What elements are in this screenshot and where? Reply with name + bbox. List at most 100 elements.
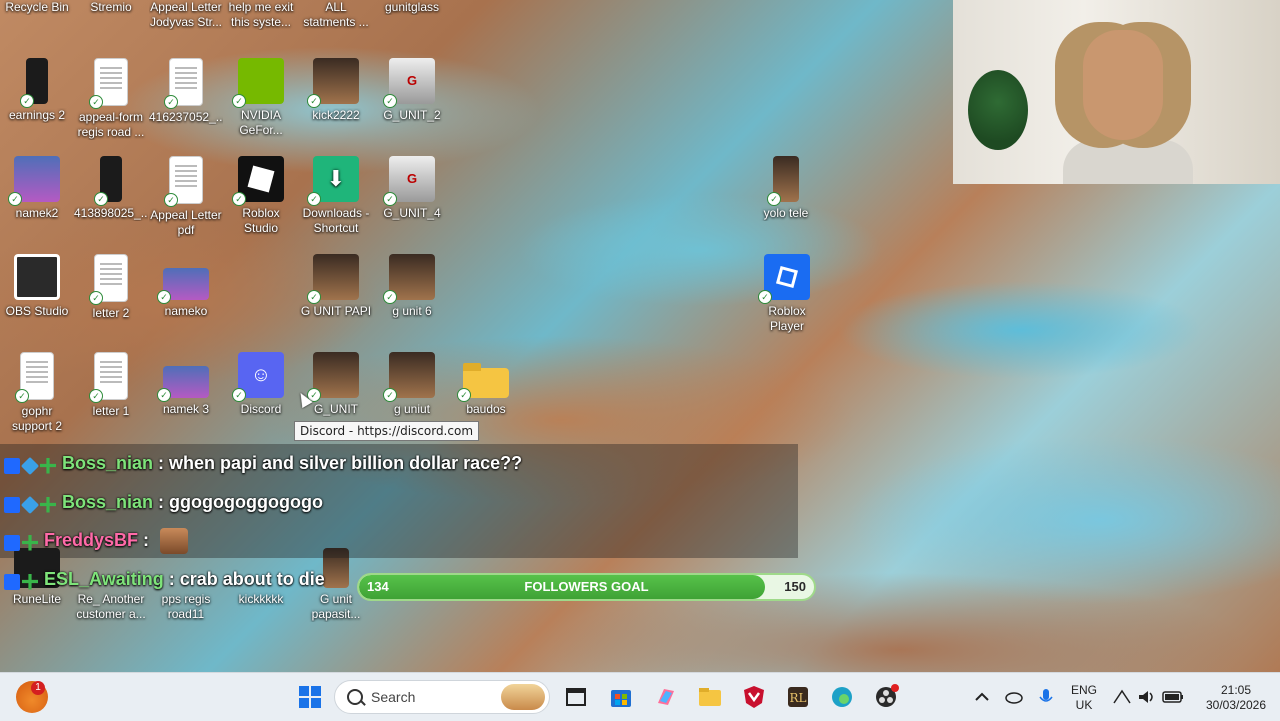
plus-badge-icon <box>22 534 38 551</box>
icon-label: g uniut <box>393 402 431 416</box>
desktop-icon-roblox-player[interactable]: ✓ Roblox Player <box>750 254 824 334</box>
chat-message: Boss_nian : when papi and silver billion… <box>4 448 522 478</box>
icon-label: g unit 6 <box>392 304 432 318</box>
task-view-icon <box>566 688 586 706</box>
desktop-icon-letter-1[interactable]: ✓ letter 1 <box>74 352 148 419</box>
icon-label: namek2 <box>15 206 59 220</box>
volume-button[interactable] <box>1134 681 1158 713</box>
chat-message: ESL_Awaiting : crab about to die <box>4 564 325 594</box>
pc-tower-icon: ✓ <box>20 58 48 108</box>
icon-label: ALL statments ... <box>303 0 369 29</box>
desktop-icon-g-unit-4[interactable]: G ✓ G_UNIT_4 <box>375 156 449 221</box>
desktop-icon-g-unit-6[interactable]: ✓ g unit 6 <box>375 254 449 319</box>
desktop-icon-all-statements[interactable]: ALL statments ... <box>299 0 373 30</box>
moderator-badge-icon <box>4 534 20 551</box>
icon-label: yolo tele <box>763 206 809 220</box>
icon-label: kick2222 <box>312 108 360 122</box>
desktop-icon-416237052[interactable]: ✓ 416237052_... <box>149 58 223 125</box>
desktop-icon-roblox-studio[interactable]: ✓ Roblox Studio <box>224 156 298 236</box>
person-shirt-graphic <box>1063 140 1193 184</box>
plant-graphic <box>968 70 1028 150</box>
desktop-icon-gunitglass[interactable]: gunitglass <box>375 0 449 15</box>
webcam-overlay <box>953 0 1280 184</box>
desktop-icon-appeal-letter-jodyvas[interactable]: Appeal Letter Jodyvas Str... <box>149 0 223 30</box>
obs-taskbar-button[interactable] <box>870 681 902 713</box>
icon-label: NVIDIA GeFor... <box>239 108 283 137</box>
image-thumbnail-icon: ✓ <box>383 254 435 304</box>
icon-label: pps regis road11 <box>161 592 211 621</box>
desktop-icon-gophr-support-2[interactable]: ✓ gophr support 2 <box>0 352 74 434</box>
edge-button[interactable] <box>826 681 858 713</box>
copilot-icon <box>658 689 674 705</box>
desktop-icon-stremio[interactable]: Stremio <box>74 0 148 15</box>
icon-label: Discord <box>240 402 282 416</box>
document-icon: ✓ <box>164 58 203 109</box>
clock-date: 30/03/2026 <box>1205 698 1267 712</box>
desktop-icon-namek2[interactable]: ✓ namek2 <box>0 156 74 221</box>
folder-icon <box>699 688 721 706</box>
desktop-icon-nameko[interactable]: ✓ nameko <box>149 254 223 319</box>
desktop-icon-recycle-bin[interactable]: Recycle Bin <box>0 0 74 15</box>
runelite-taskbar-button[interactable]: RL <box>782 681 814 713</box>
icon-label: gophr support 2 <box>11 404 63 433</box>
speaker-icon <box>1139 691 1153 703</box>
roblox-player-icon: ✓ <box>758 254 810 304</box>
moderator-badge-icon <box>4 496 20 513</box>
desktop-icon-letter-2[interactable]: ✓ letter 2 <box>74 254 148 321</box>
language-code: ENG <box>1070 683 1097 697</box>
pdf-document-icon: ✓ <box>164 156 203 207</box>
battery-button[interactable] <box>1160 681 1186 713</box>
file-explorer-button[interactable] <box>694 681 726 713</box>
icon-label: help me exit this syste... <box>228 0 294 29</box>
roblox-studio-icon: ✓ <box>232 156 284 206</box>
desktop-icon-earnings-2[interactable]: ✓ earnings 2 <box>0 58 74 123</box>
document-icon: ✓ <box>89 254 128 305</box>
chat-text: : <box>138 530 150 550</box>
desktop-icon-obs-studio[interactable]: OBS Studio <box>0 254 74 319</box>
onedrive-button[interactable] <box>1002 681 1026 713</box>
video-thumbnail-icon: ✓ <box>767 156 799 206</box>
download-folder-icon: ⬇ ✓ <box>307 156 359 206</box>
desktop-icon-kick2222[interactable]: ✓ kick2222 <box>299 58 373 123</box>
clock-time: 21:05 <box>1220 683 1252 697</box>
clock[interactable]: 21:05 30/03/2026 <box>1196 683 1276 713</box>
network-button[interactable] <box>1110 681 1134 713</box>
chat-username: Boss_nian <box>62 453 154 473</box>
desktop-icon-nvidia-geforce[interactable]: ✓ NVIDIA GeFor... <box>224 58 298 138</box>
microsoft-store-button[interactable] <box>605 681 637 713</box>
icon-label: 416237052_... <box>149 110 223 124</box>
desktop-icon-g-uniut[interactable]: ✓ g uniut <box>375 352 449 417</box>
task-view-button[interactable] <box>560 681 592 713</box>
chat-badges <box>4 526 40 556</box>
desktop-icon-appeal-letter-pdf[interactable]: ✓ Appeal Letter pdf <box>149 156 223 238</box>
desktop-icon-downloads-shortcut[interactable]: ⬇ ✓ Downloads - Shortcut <box>299 156 373 236</box>
desktop-icon-help-me-exit[interactable]: help me exit this syste... <box>224 0 298 30</box>
desktop-icon-yolo-tele[interactable]: ✓ yolo tele <box>749 156 823 221</box>
followers-goal-bar: FOLLOWERS GOAL 134 150 <box>357 573 816 601</box>
icon-label: earnings 2 <box>8 108 66 122</box>
icon-label: nameko <box>164 304 208 318</box>
chat-username: Boss_nian <box>62 492 154 512</box>
start-button[interactable] <box>294 681 326 713</box>
icon-label: appeal-form regis road ... <box>77 110 145 139</box>
show-hidden-icons-button[interactable] <box>970 681 994 713</box>
desktop-icon-413898025[interactable]: ✓ 413898025_... <box>74 156 148 221</box>
desktop-icon-g-unit-papi[interactable]: ✓ G UNIT PAPI <box>299 254 373 319</box>
desktop-icon-appeal-form[interactable]: ✓ appeal-form regis road ... <box>74 58 148 140</box>
mcafee-button[interactable] <box>738 681 770 713</box>
image-thumbnail-icon: ✓ <box>307 58 359 108</box>
taskbar-search[interactable]: Search <box>334 680 550 714</box>
desktop-icon-namek-3[interactable]: ✓ namek 3 <box>149 352 223 417</box>
icon-label: Roblox Player <box>768 304 806 333</box>
microphone-button[interactable] <box>1034 681 1058 713</box>
chat-badges <box>4 449 58 479</box>
desktop-icon-g-unit-2[interactable]: G ✓ G_UNIT_2 <box>375 58 449 123</box>
copilot-button[interactable] <box>650 681 682 713</box>
icon-label: Re_ Another customer a... <box>76 592 146 621</box>
desktop-icon-discord[interactable]: ☺ ✓ Discord <box>224 352 298 417</box>
desktop-icon-g-unit[interactable]: ✓ G_UNIT <box>299 352 373 417</box>
goal-target: 150 <box>784 579 806 594</box>
language-indicator[interactable]: ENG UK <box>1066 683 1102 713</box>
shield-icon <box>744 686 764 708</box>
desktop-icon-baudos[interactable]: ✓ baudos <box>449 352 523 417</box>
